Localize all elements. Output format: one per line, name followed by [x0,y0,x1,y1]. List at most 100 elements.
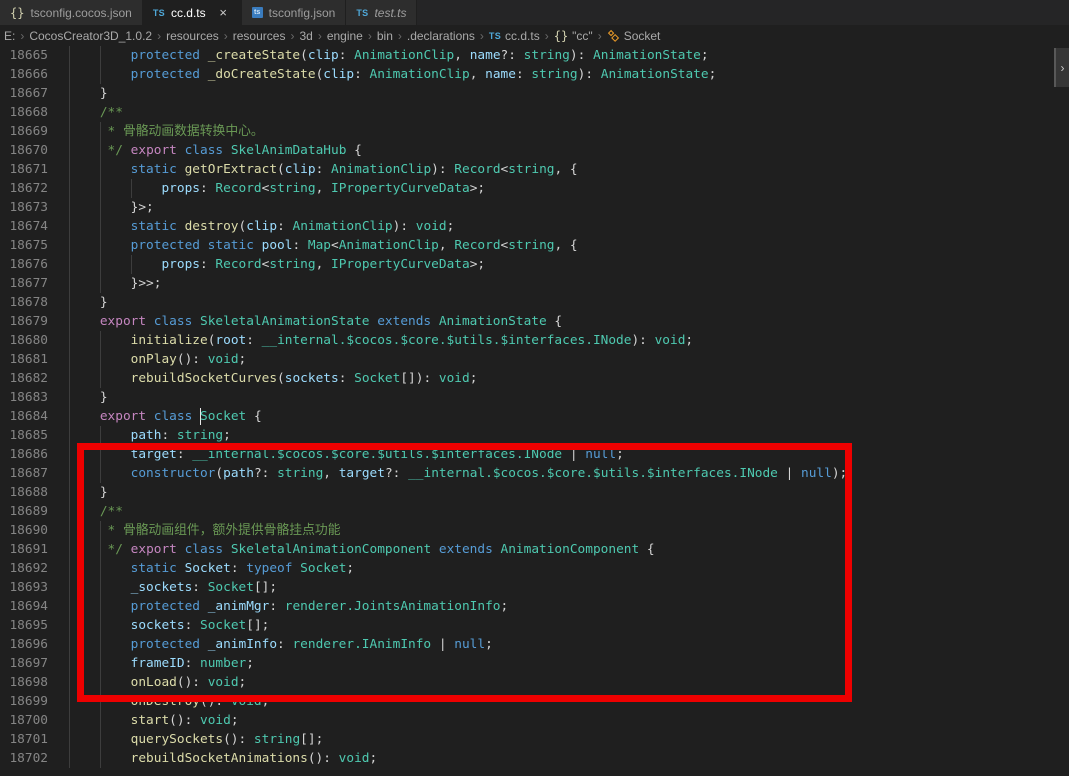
code-line-18689[interactable]: 18689 /** [0,502,1069,521]
tab-test.ts[interactable]: TS test.ts [346,0,418,25]
breadcrumb-label: .declarations [406,28,475,43]
code-line-18698[interactable]: 18698 onLoad(): void; [0,673,1069,692]
code-line-18702[interactable]: 18702 rebuildSocketAnimations(): void; [0,749,1069,768]
tab-tsconfig.json[interactable]: ts tsconfig.json [241,0,347,25]
indent-guide [99,198,101,217]
indent-guide [69,445,70,464]
line-number: 18698 [9,675,48,690]
indent-guide [99,331,101,350]
indent-guide [99,711,101,730]
breadcrumb-item-3d[interactable]: 3d [299,29,312,43]
indent-guide [69,502,70,521]
indent-guide [69,369,70,388]
code-line-18681[interactable]: 18681 onPlay(): void; [0,350,1069,369]
indent-guide [69,749,70,768]
indent-guide [69,331,70,350]
indent-guide [99,274,101,293]
line-number: 18689 [9,504,48,519]
line-number: 18695 [9,618,48,633]
panel-toggle-button[interactable]: › [1054,48,1069,87]
code-line-18686[interactable]: 18686 target: __internal.$cocos.$core.$u… [0,445,1069,464]
code-line-18688[interactable]: 18688 } [0,483,1069,502]
code-line-18666[interactable]: 18666 protected _doCreateState(clip: Ani… [0,65,1069,84]
code-line-18669[interactable]: 18669 * 骨骼动画数据转换中心。 [0,122,1069,141]
code-line-18695[interactable]: 18695 sockets: Socket[]; [0,616,1069,635]
code-line-18691[interactable]: 18691 */ export class SkeletalAnimationC… [0,540,1069,559]
code-line-18671[interactable]: 18671 static getOrExtract(clip: Animatio… [0,160,1069,179]
tab-tsconfig.cocos.json[interactable]: {} tsconfig.cocos.json [0,0,143,25]
code-line-18677[interactable]: 18677 }>>; [0,274,1069,293]
breadcrumb-item-ccdts[interactable]: TS cc.d.ts [489,29,540,43]
indent-guide [99,369,101,388]
code-line-content: path: string; [69,426,231,445]
code-line-18697[interactable]: 18697 frameID: number; [0,654,1069,673]
code-line-18667[interactable]: 18667 } [0,84,1069,103]
code-line-18693[interactable]: 18693 _sockets: Socket[]; [0,578,1069,597]
code-line-18684[interactable]: 18684 export class Socket { [0,407,1069,426]
code-line-content: static getOrExtract(clip: AnimationClip)… [69,160,578,179]
tab-label: tsconfig.cocos.json [30,5,132,20]
code-line-18692[interactable]: 18692 static Socket: typeof Socket; [0,559,1069,578]
code-line-18687[interactable]: 18687 constructor(path?: string, target?… [0,464,1069,483]
code-line-18673[interactable]: 18673 }>; [0,198,1069,217]
breadcrumb-label: "cc" [572,28,593,43]
code-line-18679[interactable]: 18679 export class SkeletalAnimationStat… [0,312,1069,331]
breadcrumb-item-resources[interactable]: resources [166,29,219,43]
code-line-18680[interactable]: 18680 initialize(root: __internal.$cocos… [0,331,1069,350]
code-line-content: initialize(root: __internal.$cocos.$core… [69,331,693,350]
code-line-18682[interactable]: 18682 rebuildSocketCurves(sockets: Socke… [0,369,1069,388]
line-number: 18686 [9,447,48,462]
breadcrumb-label: 3d [299,28,313,43]
code-line-content: protected _animMgr: renderer.JointsAnima… [69,597,508,616]
code-line-18690[interactable]: 18690 * 骨骼动画组件，额外提供骨骼挂点功能 [0,521,1069,540]
code-line-18696[interactable]: 18696 protected _animInfo: renderer.IAni… [0,635,1069,654]
breadcrumb-item-e[interactable]: E: [4,29,15,43]
breadcrumb-item-declarations[interactable]: .declarations [407,29,475,43]
breadcrumb-item-engine[interactable]: engine [327,29,363,43]
code-line-content: export class Socket { [69,407,262,426]
code-editor[interactable]: 18665 protected _createState(clip: Anima… [0,46,1069,776]
code-line-content: onLoad(): void; [69,673,246,692]
indent-guide [69,426,70,445]
line-number: 18670 [9,143,48,158]
line-number: 18690 [9,523,48,538]
code-line-18675[interactable]: 18675 protected static pool: Map<Animati… [0,236,1069,255]
code-line-18676[interactable]: 18676 props: Record<string, IPropertyCur… [0,255,1069,274]
indent-guide [69,464,70,483]
code-line-18678[interactable]: 18678 } [0,293,1069,312]
code-line-18670[interactable]: 18670 */ export class SkelAnimDataHub { [0,141,1069,160]
line-number: 18687 [9,466,48,481]
breadcrumb-item-cc[interactable]: {} "cc" [554,29,593,43]
line-number: 18683 [9,390,48,405]
code-line-18672[interactable]: 18672 props: Record<string, IPropertyCur… [0,179,1069,198]
code-line-18668[interactable]: 18668 /** [0,103,1069,122]
breadcrumb-label: resources [232,28,286,43]
code-line-18683[interactable]: 18683 } [0,388,1069,407]
indent-guide [99,730,101,749]
indent-guide [99,65,101,84]
code-line-18699[interactable]: 18699 onDestroy(): void; [0,692,1069,711]
json-braces-icon: {} [553,28,569,43]
breadcrumb-item-cocoscreator3d102[interactable]: CocosCreator3D_1.0.2 [29,29,152,43]
breadcrumb-item-bin[interactable]: bin [377,29,393,43]
indent-guide [99,122,101,141]
code-line-18665[interactable]: 18665 protected _createState(clip: Anima… [0,46,1069,65]
code-line-18700[interactable]: 18700 start(): void; [0,711,1069,730]
code-line-18701[interactable]: 18701 querySockets(): string[]; [0,730,1069,749]
tab-cc.d.ts[interactable]: TS cc.d.ts × [142,0,242,25]
json-braces-icon: {} [10,5,25,20]
indent-guide [99,559,101,578]
code-line-18674[interactable]: 18674 static destroy(clip: AnimationClip… [0,217,1069,236]
indent-guide [69,350,70,369]
code-area: 18665 protected _createState(clip: Anima… [0,46,1069,768]
close-icon[interactable]: × [216,5,231,20]
code-line-content: constructor(path?: string, target?: __in… [69,464,847,483]
indent-guide [99,445,101,464]
breadcrumb-item-socket[interactable]: Socket [607,29,660,43]
code-line-18694[interactable]: 18694 protected _animMgr: renderer.Joint… [0,597,1069,616]
indent-guide [69,654,70,673]
breadcrumb-item-resources[interactable]: resources [233,29,286,43]
tab-label: test.ts [374,5,407,20]
code-line-18685[interactable]: 18685 path: string; [0,426,1069,445]
chevron-separator-icon: › [223,28,228,43]
